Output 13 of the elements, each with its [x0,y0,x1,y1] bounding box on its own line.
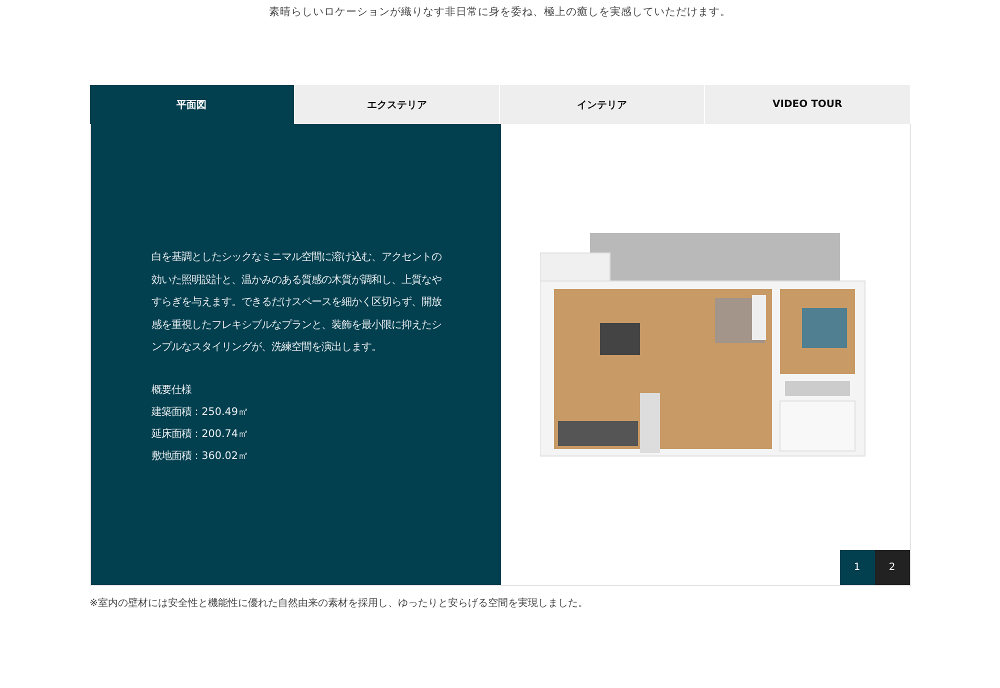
page-button[interactable]: 2 [874,550,910,585]
description-text: 白を基調としたシックなミニマル空間に溶け込む、アクセントの効いた照明設計と、温かみのある質感の木質が調和し、上質なやすらぎを与えます。できるだけスペースを細かく区切らず、開放感を重視したフレキシブルなプランと、装飾を最小限に抑えたシンプルなスタイリングが、洗練空間を演出します。 [152,250,442,355]
tab[interactable]: エクステリア [294,85,500,124]
tab[interactable]: 平面図 [90,85,295,124]
tab[interactable]: インテリア [500,85,706,124]
spec-text: 敷地面積 : 360.02㎡ [152,448,249,464]
spec-text: 延床面積 : 200.74㎡ [152,426,249,442]
note-text: ※室内の壁材には安全性と機能性に優れた自然由来の素材を採用し、ゆったりと安らげる空間を実現しました。 [90,596,589,610]
tab[interactable]: VIDEO TOUR [705,85,910,124]
page-button[interactable]: 1 [840,550,874,585]
spec-title: 概要仕様 [152,382,192,398]
intro-text: 素晴らしいロケーションが織りなす非日常に身を委ね、極上の癒しを実感していただけます。 [269,5,731,20]
spec-text: 建築面積 : 250.49㎡ [152,404,249,420]
